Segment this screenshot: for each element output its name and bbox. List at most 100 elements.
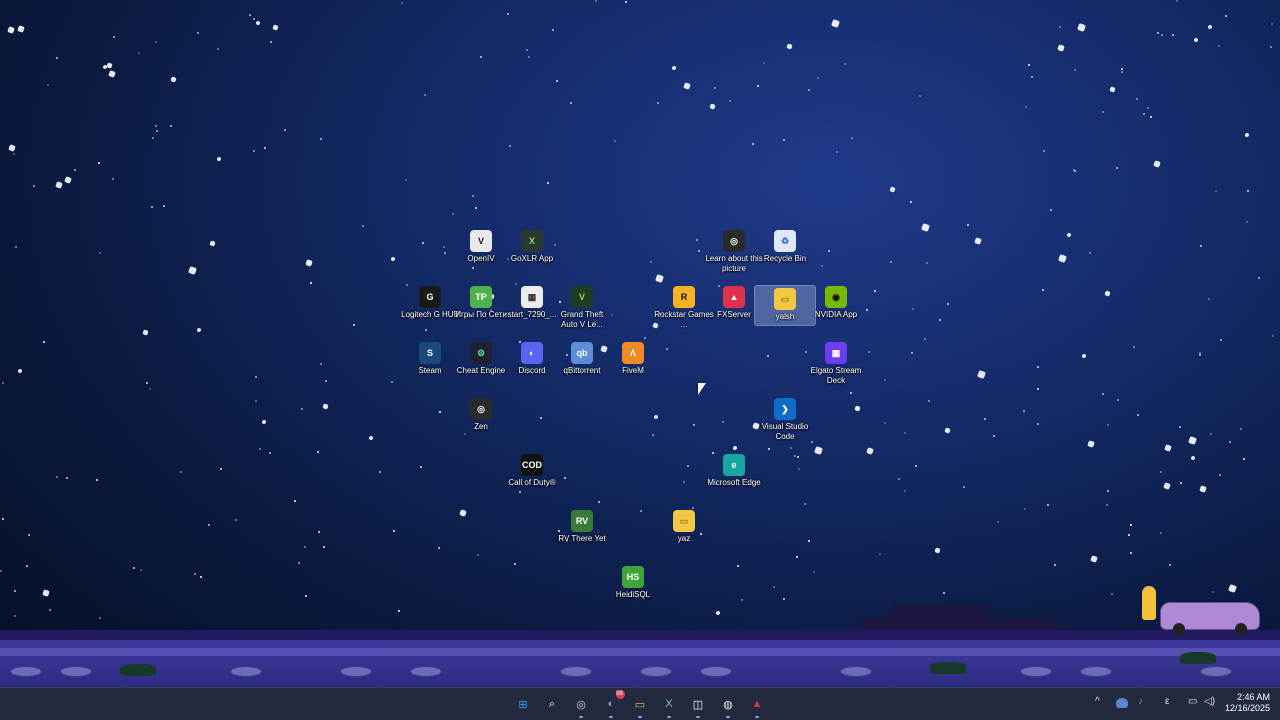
snowflake [1188,436,1197,445]
star [304,546,306,548]
star [797,456,799,458]
goxlr-taskbar-icon[interactable]: X [659,694,679,718]
star [650,261,652,263]
discord-icon: ◐ [521,342,543,364]
snowflake [977,370,986,379]
star [1037,423,1039,425]
snowflake [1199,485,1207,493]
star [305,595,307,597]
desktop-icon-call-of-duty[interactable]: COD Call of Duty® [502,454,562,488]
rock [410,666,442,677]
rock [700,666,732,677]
microphone-icon[interactable]: ♪ [1138,696,1143,707]
cloud-sync-icon[interactable] [1116,698,1128,708]
desktop[interactable]: V OpenIV X GoXLR App ◎ Learn about this pictu… [0,0,1280,688]
star [910,201,912,203]
running-indicator [609,716,613,718]
clock-time: 2:46 AM [1236,692,1270,702]
desktop-icon-visual-studio-code[interactable]: ❯ Visual Studio Code [755,398,815,442]
desktop-icon-fivem[interactable]: Λ FiveM [603,342,663,376]
snowflake [732,445,738,451]
rock [340,666,372,677]
store-icon[interactable]: ◫ [688,694,708,718]
star [1043,150,1045,152]
openiv-icon: V [470,230,492,252]
star [943,592,945,594]
desktop-icon-nvidia-app[interactable]: ◉ NVIDIA App [806,286,866,320]
volume-icon[interactable]: ◁) [1204,696,1215,707]
search-icon[interactable]: ⌕ [542,694,562,714]
start-button[interactable]: ⊞ [513,694,533,714]
snowflake [1109,86,1116,93]
snowflake [655,274,664,283]
star [1023,410,1025,412]
rock [1020,666,1052,677]
desktop-icon-grand-theft-auto-v-le[interactable]: V Grand Theft Auto V Le... [552,286,612,330]
star [1157,32,1159,34]
snowflake [17,25,25,33]
snowflake [142,329,149,336]
language-indicator[interactable]: ε [1165,696,1169,707]
star [1136,98,1138,100]
star [2,518,4,520]
star [698,250,700,252]
snowflake [1104,290,1111,297]
star [939,319,941,321]
star [783,139,785,141]
desktop-icon-goxlr-app[interactable]: X GoXLR App [502,230,562,264]
network-icon[interactable]: ▭ [1188,696,1197,707]
star [912,308,914,310]
desktop-icon-elgato-stream-deck[interactable]: ▦ Elgato Stream Deck [806,342,866,386]
star [1229,441,1231,443]
snowflake [108,70,116,78]
fxserver-taskbar-icon[interactable]: ▲ [747,694,767,718]
star [325,380,327,382]
star [947,303,949,305]
snowflake [255,20,261,26]
star [138,52,140,54]
star [259,448,261,450]
yaz-icon: ▭ [673,510,695,532]
file-explorer-icon[interactable]: ▭ [630,694,650,718]
zen-taskbar-icon[interactable]: ◎ [571,694,591,718]
star [552,29,554,31]
star [598,501,600,503]
system-clock[interactable]: 2:46 AM 12/16/2025 [1225,692,1270,714]
star [783,598,785,600]
snowflake [459,509,467,517]
star [1024,508,1026,510]
rock [1200,666,1232,677]
desktop-icon-rv-there-yet[interactable]: RV RV There Yet [552,510,612,544]
snowflake [889,186,896,193]
star [693,424,695,426]
star [1059,26,1061,28]
bush [120,664,156,676]
star [163,205,165,207]
desktop-icon-heidisql[interactable]: HS HeidiSQL [603,566,663,600]
desktop-icon-zen[interactable]: ◎ Zen [451,398,511,432]
star [692,507,694,509]
star [1130,524,1132,526]
desktop-icon-recycle-bin[interactable]: ♻ Recycle Bin [755,230,815,264]
star [1137,414,1139,416]
desktop-icon-label: Recycle Bin [763,254,807,263]
star [235,519,237,521]
show-hidden-icons-chevron[interactable]: ^ [1095,696,1100,707]
star [151,206,153,208]
desktop-icon-yaz[interactable]: ▭ yaz [654,510,714,544]
star [884,422,886,424]
star [1121,71,1123,73]
obs-taskbar-icon[interactable]: ◍ [718,694,738,718]
discord-taskbar-icon[interactable]: ◐ 99 [601,690,625,718]
star [1054,564,1056,566]
star [477,554,479,556]
file-explorer-icon-glyph: ▭ [634,698,646,711]
star [904,432,906,434]
star [714,87,716,89]
fxserver-icon: ▲ [723,286,745,308]
star [866,309,868,311]
car-wheel [1235,623,1247,635]
star [444,252,446,254]
desktop-icon-microsoft-edge[interactable]: e Microsoft Edge [704,454,764,488]
star [464,433,466,435]
